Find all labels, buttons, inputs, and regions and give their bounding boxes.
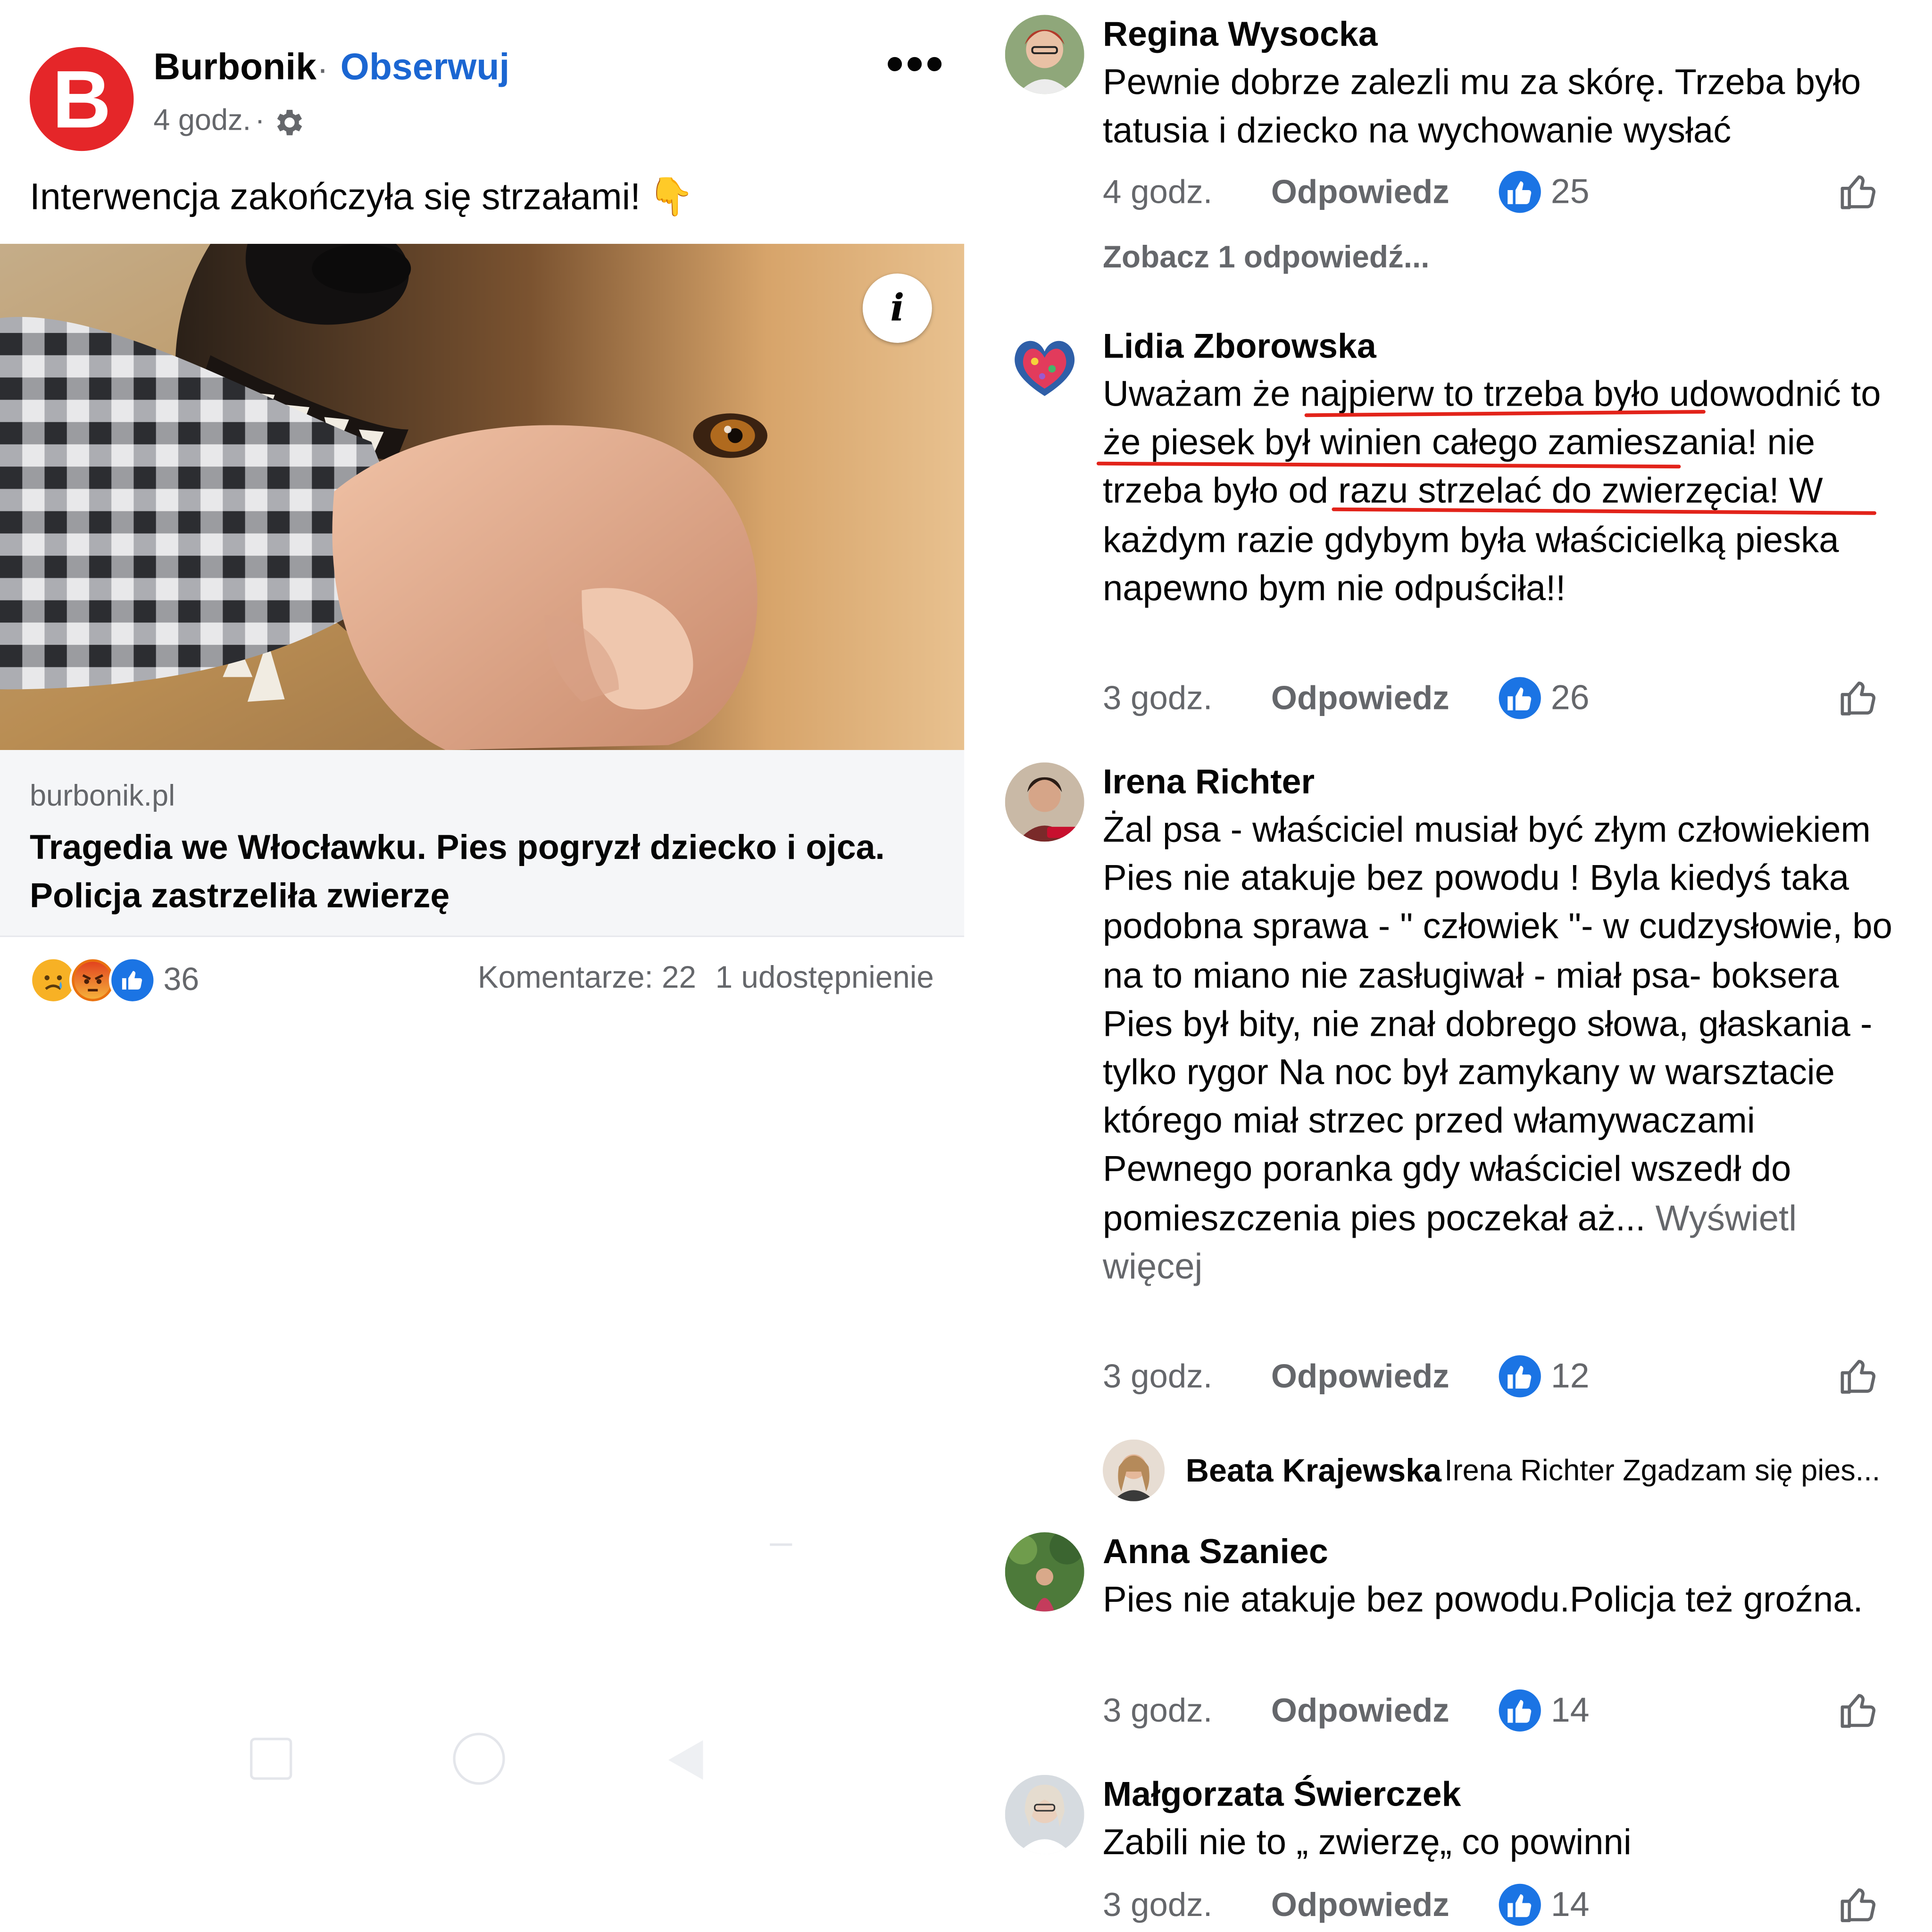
reply-button[interactable]: Odpowiedz	[1271, 1358, 1449, 1396]
faint-divider	[770, 1543, 792, 1546]
comment-time[interactable]: 3 godz.	[1103, 680, 1212, 718]
like-reaction-icon	[1499, 1689, 1541, 1732]
time-separator: ·	[255, 104, 265, 138]
reply-button[interactable]: Odpowiedz	[1271, 680, 1449, 718]
link-domain: burbonik.pl	[29, 780, 175, 813]
post-image[interactable]	[0, 243, 965, 750]
like-reaction-icon	[1499, 1883, 1541, 1926]
shares-count[interactable]: 1 udostępnienie	[716, 960, 934, 996]
thumbs-up-outline-icon[interactable]	[1837, 1690, 1881, 1732]
reply-author[interactable]: Beata Krajewska	[1186, 1452, 1441, 1490]
comment-time[interactable]: 3 godz.	[1103, 1886, 1212, 1924]
see-replies-link[interactable]: Zobacz 1 odpowiedź...	[1103, 240, 1429, 276]
home-icon[interactable]	[453, 1732, 505, 1785]
dog-bite-illustration	[0, 243, 965, 750]
comment-author[interactable]: Irena Richter	[1103, 762, 1315, 802]
like-count[interactable]: 14	[1551, 1885, 1590, 1924]
reply-button[interactable]: Odpowiedz	[1271, 173, 1449, 211]
comment-text: Pies nie atakuje bez powodu.Policja też …	[1102, 1580, 1863, 1620]
comment-text: Zabili nie to „ zwierzę„ co powinni	[1102, 1823, 1632, 1863]
comment-author[interactable]: Regina Wysocka	[1103, 15, 1378, 54]
avatar[interactable]	[1005, 15, 1084, 94]
like-count[interactable]: 12	[1551, 1357, 1590, 1396]
page-avatar-letter: B	[52, 53, 111, 145]
follow-button[interactable]: Obserwuj	[341, 47, 510, 89]
post-timestamp[interactable]: 4 godz.	[153, 104, 251, 138]
avatar[interactable]	[1005, 326, 1084, 406]
comment-author[interactable]: Anna Szaniec	[1103, 1532, 1328, 1572]
reply-avatar[interactable]	[1102, 1439, 1165, 1501]
comments-count[interactable]: Komentarze: 22	[478, 960, 696, 996]
thumbs-up-outline-icon[interactable]	[1837, 1884, 1881, 1926]
like-reaction-icon	[1499, 1355, 1541, 1398]
separator-dot: ·	[316, 49, 329, 88]
like-reaction-icon	[1499, 171, 1541, 213]
reply-button[interactable]: Odpowiedz	[1271, 1692, 1449, 1730]
comment-author[interactable]: Lidia Zborowska	[1103, 327, 1376, 366]
gear-icon	[277, 109, 302, 135]
pointing-down-emoji: 👇	[648, 177, 694, 218]
info-icon-glyph: i	[890, 286, 905, 330]
like-reaction-icon	[108, 957, 156, 1004]
comment-time[interactable]: 4 godz.	[1103, 173, 1212, 211]
avatar[interactable]	[1005, 762, 1084, 842]
reaction-count[interactable]: 36	[163, 960, 199, 999]
post: B Burbonik · Obserwuj 4 godz. · ••• Inte…	[0, 0, 966, 1932]
page-name[interactable]: Burbonik	[153, 47, 316, 89]
comment-text: Pewnie dobrze zalezli mu za skórę. Trzeb…	[1102, 63, 1861, 151]
recent-apps-icon[interactable]	[250, 1738, 292, 1780]
reaction-icons[interactable]	[29, 957, 158, 1004]
link-title[interactable]: Tragedia we Włocławku. Pies pogryzł dzie…	[30, 823, 933, 920]
avatar[interactable]	[1005, 1532, 1084, 1612]
like-reaction-icon	[1499, 677, 1541, 719]
comment-author[interactable]: Małgorzata Świerczek	[1103, 1775, 1461, 1815]
comment-text-body: Żal psa - właściciel musiał być złym czł…	[1102, 810, 1892, 1239]
post-caption: Interwencja zakończyła się strzałami! 👇	[30, 176, 694, 219]
info-icon[interactable]: i	[862, 273, 932, 343]
comment-time[interactable]: 3 godz.	[1103, 1358, 1212, 1396]
thumbs-up-outline-icon[interactable]	[1837, 171, 1881, 213]
page-avatar[interactable]: B	[29, 47, 134, 151]
comment-text: Żal psa - właściciel musiał być złym czł…	[1103, 807, 1895, 1292]
thumbs-up-outline-icon[interactable]	[1837, 677, 1881, 719]
reply-preview-text[interactable]: Irena Richter Zgadzam się pies...	[1444, 1454, 1880, 1489]
back-icon[interactable]	[668, 1740, 703, 1780]
like-count[interactable]: 14	[1551, 1690, 1590, 1730]
comment-text: Uważam że najpierw to trzeba było udowod…	[1102, 375, 1881, 609]
comment-time[interactable]: 3 godz.	[1103, 1692, 1212, 1730]
caption-text: Interwencja zakończyła się strzałami!	[29, 177, 641, 218]
like-count[interactable]: 26	[1551, 678, 1590, 718]
reply-button[interactable]: Odpowiedz	[1271, 1886, 1449, 1924]
like-count[interactable]: 25	[1551, 172, 1590, 212]
avatar[interactable]	[1005, 1774, 1084, 1854]
thumbs-up-outline-icon[interactable]	[1837, 1355, 1881, 1397]
more-options-icon[interactable]: •••	[886, 37, 946, 93]
